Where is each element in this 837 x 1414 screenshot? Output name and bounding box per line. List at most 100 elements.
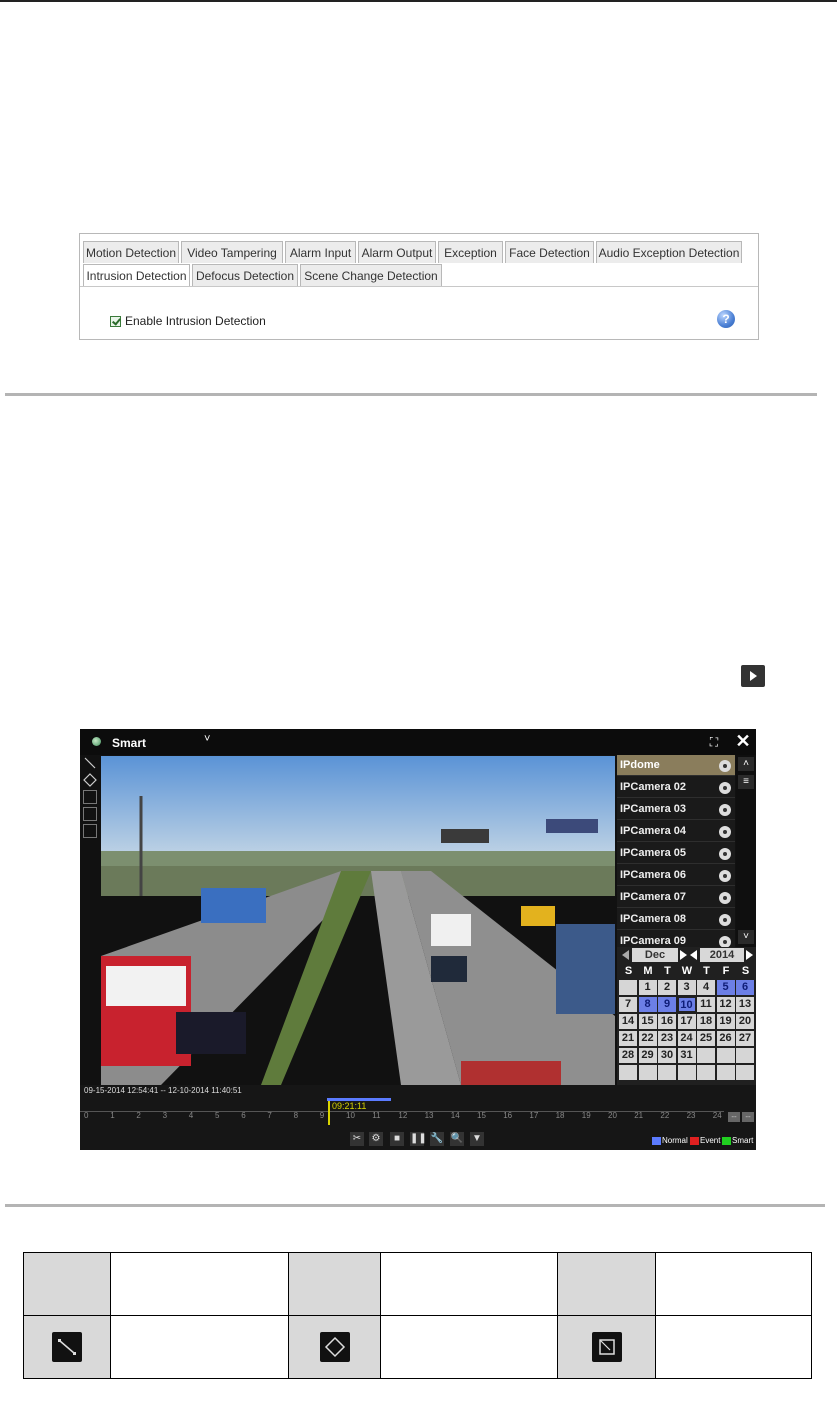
calendar-day[interactable]: 9: [658, 997, 676, 1012]
calendar-day[interactable]: [619, 980, 637, 995]
calendar-day[interactable]: [736, 1048, 754, 1063]
tab-intrusion-detection[interactable]: Intrusion Detection: [83, 264, 190, 287]
timeline-cursor[interactable]: [328, 1101, 330, 1125]
calendar-day[interactable]: 23: [658, 1031, 676, 1046]
calendar-day[interactable]: [658, 1065, 676, 1080]
calendar-day[interactable]: 20: [736, 1014, 754, 1029]
calendar-day[interactable]: 10: [677, 997, 696, 1012]
calendar-day[interactable]: 15: [638, 1014, 657, 1029]
tab-face-detection[interactable]: Face Detection: [505, 241, 594, 263]
calendar-day[interactable]: 13: [736, 997, 754, 1012]
polygon-tool-icon[interactable]: [83, 773, 97, 787]
calendar-day[interactable]: 16: [658, 1014, 676, 1029]
eye-icon[interactable]: [719, 892, 731, 904]
calendar-day[interactable]: [736, 1065, 754, 1080]
tab-video-tampering[interactable]: Video Tampering: [181, 241, 283, 263]
camera-item[interactable]: IPCamera 07: [617, 887, 735, 908]
calendar-day[interactable]: 24: [677, 1031, 696, 1046]
prev-month-icon[interactable]: [622, 950, 629, 960]
prev-year-icon[interactable]: [690, 950, 697, 960]
wrench-icon[interactable]: 🔧: [430, 1132, 444, 1146]
eye-icon[interactable]: [719, 782, 731, 794]
calendar-day[interactable]: 11: [697, 997, 715, 1012]
scroll-down-icon[interactable]: ˅: [738, 930, 754, 944]
next-year-icon[interactable]: [746, 950, 753, 960]
filter-icon[interactable]: ▼: [470, 1132, 484, 1146]
calendar-day[interactable]: 30: [658, 1048, 676, 1063]
eye-icon[interactable]: [719, 870, 731, 882]
calendar-day[interactable]: 29: [638, 1048, 657, 1063]
zoom-out-icon[interactable]: --: [728, 1112, 740, 1122]
eye-icon[interactable]: [719, 848, 731, 860]
calendar-day[interactable]: 31: [677, 1048, 696, 1063]
camera-item[interactable]: IPCamera 06: [617, 865, 735, 886]
calendar-day[interactable]: 5: [716, 980, 735, 995]
search-icon[interactable]: 🔍: [450, 1132, 464, 1146]
calendar-day[interactable]: 3: [677, 980, 696, 995]
camera-item[interactable]: IPCamera 08: [617, 909, 735, 930]
calendar-day[interactable]: 8: [638, 997, 657, 1012]
zoom-in-icon[interactable]: --: [742, 1112, 754, 1122]
calendar-day[interactable]: 25: [697, 1031, 715, 1046]
chevron-down-icon[interactable]: ˅: [204, 733, 210, 745]
tab-motion-detection[interactable]: Motion Detection: [83, 241, 179, 263]
calendar-day[interactable]: 21: [619, 1031, 637, 1046]
tab-exception[interactable]: Exception: [438, 241, 503, 263]
next-month-icon[interactable]: [680, 950, 687, 960]
camera-item[interactable]: IPCamera 04: [617, 821, 735, 842]
calendar-day[interactable]: [677, 1065, 696, 1080]
calendar-day[interactable]: 19: [716, 1014, 735, 1029]
calendar-day[interactable]: 7: [619, 997, 637, 1012]
eye-icon[interactable]: [719, 804, 731, 816]
line-tool-icon[interactable]: [83, 756, 97, 770]
calendar-day[interactable]: 12: [716, 997, 735, 1012]
help-icon[interactable]: ?: [717, 310, 735, 328]
eye-icon[interactable]: [719, 914, 731, 926]
calendar-day[interactable]: 28: [619, 1048, 637, 1063]
calendar-day[interactable]: 26: [716, 1031, 735, 1046]
calendar-day[interactable]: [619, 1065, 637, 1080]
calendar-day[interactable]: 27: [736, 1031, 754, 1046]
scroll-up-icon[interactable]: ˄: [738, 757, 754, 771]
rectangle-tool-icon[interactable]: [83, 790, 97, 804]
tab-audio-exception-detection[interactable]: Audio Exception Detection: [596, 241, 742, 263]
camera-list-scrollbar[interactable]: ˄ ≡ ˅: [736, 755, 756, 947]
pause-icon[interactable]: ❚❚: [410, 1132, 427, 1146]
enable-intrusion-checkbox[interactable]: [110, 316, 121, 327]
close-icon[interactable]: ✕: [734, 732, 752, 750]
calendar-day[interactable]: [697, 1065, 715, 1080]
camera-item[interactable]: IPdome: [617, 755, 735, 776]
calendar-day[interactable]: [716, 1048, 735, 1063]
calendar-day[interactable]: [638, 1065, 657, 1080]
tab-scene-change-detection[interactable]: Scene Change Detection: [300, 264, 442, 286]
eye-icon[interactable]: [719, 826, 731, 838]
cut-icon[interactable]: ✂: [350, 1132, 364, 1146]
calendar-day[interactable]: 18: [697, 1014, 715, 1029]
calendar-day[interactable]: 1: [638, 980, 657, 995]
tab-alarm-input[interactable]: Alarm Input: [285, 241, 356, 263]
clear-icon[interactable]: [83, 824, 97, 838]
camera-item[interactable]: IPCamera 09: [617, 931, 735, 947]
stop-icon[interactable]: ■: [390, 1132, 404, 1146]
camera-item[interactable]: IPCamera 02: [617, 777, 735, 798]
menu-icon[interactable]: ≡: [738, 775, 754, 789]
fullscreen-area-icon[interactable]: [83, 807, 97, 821]
calendar-day[interactable]: 22: [638, 1031, 657, 1046]
fullscreen-icon[interactable]: ⛶: [706, 734, 722, 750]
camera-item[interactable]: IPCamera 03: [617, 799, 735, 820]
calendar-day[interactable]: 6: [736, 980, 754, 995]
eye-icon[interactable]: [719, 936, 731, 947]
calendar-day[interactable]: 2: [658, 980, 676, 995]
calendar-day[interactable]: 14: [619, 1014, 637, 1029]
video-frame[interactable]: [101, 756, 615, 1085]
eye-icon[interactable]: [719, 760, 731, 772]
calendar-day[interactable]: 4: [697, 980, 715, 995]
playback-mode-select[interactable]: Smart: [112, 736, 146, 750]
tab-defocus-detection[interactable]: Defocus Detection: [192, 264, 298, 286]
calendar-day[interactable]: [697, 1048, 715, 1063]
camera-item[interactable]: IPCamera 05: [617, 843, 735, 864]
settings-icon[interactable]: ⚙: [369, 1132, 383, 1146]
tab-alarm-output[interactable]: Alarm Output: [358, 241, 436, 263]
calendar-day[interactable]: 17: [677, 1014, 696, 1029]
calendar-day[interactable]: [716, 1065, 735, 1080]
